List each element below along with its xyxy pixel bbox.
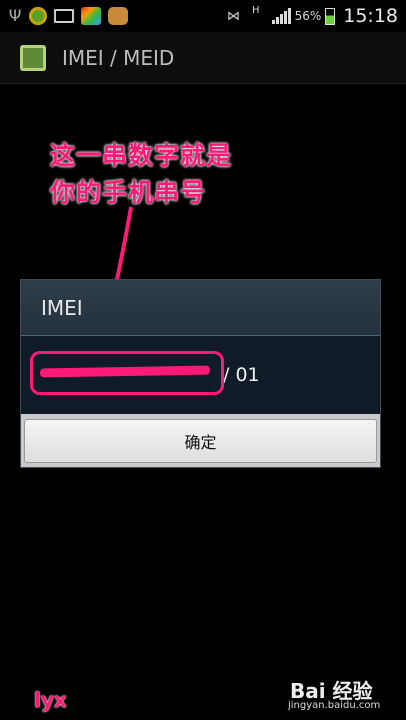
annotation-line-2: 你的手机串号 xyxy=(50,178,207,207)
status-bar: Ψ ⋈ H 56% 15:18 xyxy=(0,0,406,32)
vibrate-icon: ⋈ xyxy=(227,8,241,24)
network-type: H xyxy=(252,5,260,16)
app-notification-icon xyxy=(29,7,47,25)
clock: 15:18 xyxy=(343,5,398,27)
baidu-url: jingyan.baidu.com xyxy=(288,700,381,711)
notification-icons: Ψ xyxy=(8,7,128,25)
settings-app-icon[interactable] xyxy=(20,44,46,71)
battery-level: 56% xyxy=(294,9,322,23)
app-notification-icon xyxy=(81,7,101,25)
highlight-box xyxy=(30,351,224,395)
app-notification-icon xyxy=(108,7,128,25)
signal-icon xyxy=(271,8,291,24)
author-watermark: lyx xyxy=(34,688,67,712)
system-icons: ⋈ H 56% 15:18 xyxy=(227,5,398,27)
ok-button[interactable]: 确定 xyxy=(24,418,377,463)
annotation-text: 这一串数字就是 你的手机串号 xyxy=(50,137,232,211)
mail-icon xyxy=(54,9,74,23)
dialog-header: IMEI xyxy=(21,280,380,336)
action-bar: IMEI / MEID xyxy=(0,32,406,84)
dialog-title: IMEI xyxy=(41,295,83,320)
dialog-footer: 确定 xyxy=(21,414,380,467)
battery-icon xyxy=(325,7,336,25)
usb-icon: Ψ xyxy=(8,6,22,25)
page-title: IMEI / MEID xyxy=(62,45,175,70)
imei-value-suffix: / 01 xyxy=(223,364,260,386)
annotation-line-1: 这一串数字就是 xyxy=(50,141,233,170)
